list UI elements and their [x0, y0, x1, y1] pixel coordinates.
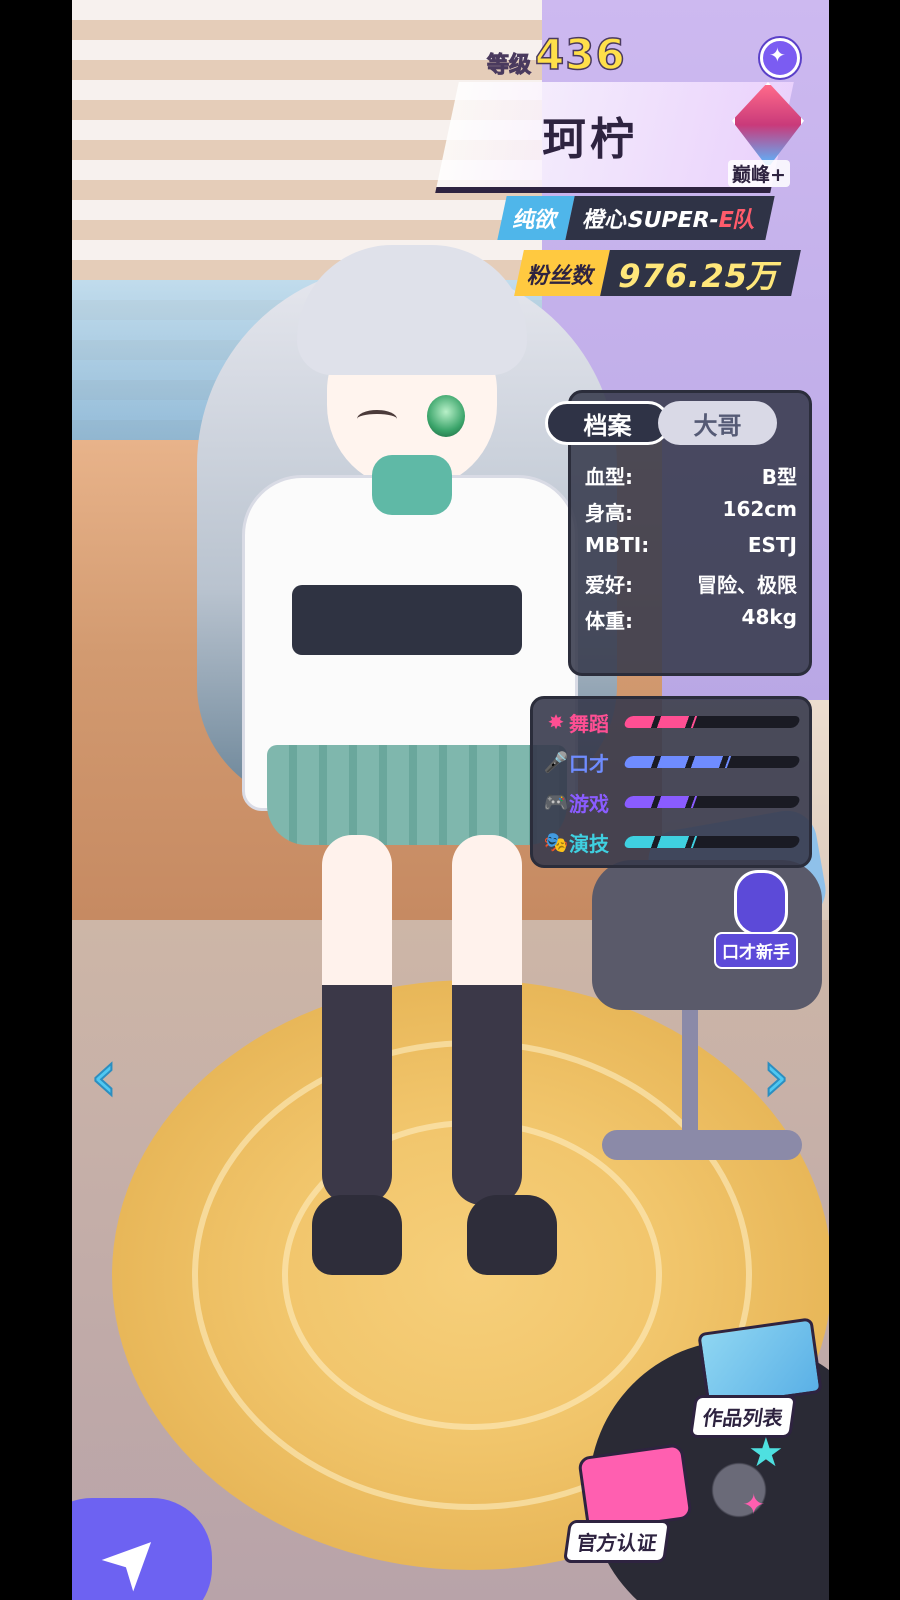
skill-name: 演技 — [569, 831, 609, 856]
star-gem-icon[interactable] — [760, 38, 800, 78]
level-display: 等级 436 — [486, 29, 626, 80]
profile-value: B型 — [761, 465, 797, 489]
skill-fill — [622, 716, 697, 728]
team-name: 橙心SUPER- E队 — [565, 196, 775, 240]
profile-row-hobby: 爱好: 冒险、极限 — [585, 569, 797, 598]
team-name-accent: E队 — [715, 208, 759, 233]
skill-name: 游戏 — [569, 791, 609, 816]
fans-row: 粉丝数 976.25万 — [514, 250, 801, 296]
skill-fill — [622, 796, 697, 808]
sparkle-icon: ✦ — [742, 1488, 766, 1521]
fans-label: 粉丝数 — [514, 250, 610, 296]
level-value: 436 — [534, 29, 626, 80]
profile-value: 162cm — [722, 497, 797, 521]
skill-name: 舞蹈 — [569, 711, 609, 736]
right-shoe — [467, 1195, 557, 1275]
skill-name: 口才 — [569, 751, 609, 776]
green-bow — [372, 455, 452, 515]
skill-row-eloquence: 🎤 口才 — [543, 745, 802, 779]
arrow-icon: ➤ — [81, 1509, 182, 1600]
skill-bar — [622, 716, 802, 728]
official-cert-label: 官方认证 — [562, 1520, 672, 1563]
left-leg — [322, 835, 392, 1205]
skill-row-gaming: 🎮 游戏 — [543, 785, 802, 819]
gamepad-icon: 🎮 — [543, 790, 569, 814]
right-leg — [452, 835, 522, 1205]
badge-label: 口才新手 — [714, 932, 798, 969]
profile-value: ESTJ — [747, 533, 797, 557]
profile-label: 身高: — [585, 501, 633, 525]
level-label: 等级 — [486, 53, 532, 79]
chair-base — [602, 1130, 802, 1160]
skill-fill — [622, 756, 732, 768]
back-button[interactable]: ➤ — [72, 1498, 212, 1600]
team-tag: 纯欲 — [497, 196, 575, 240]
profile-label: 爱好: — [585, 573, 633, 597]
rank-label: 巅峰+ — [728, 160, 790, 187]
skills-panel: ✸ 舞蹈 🎤 口才 🎮 游戏 🎭 演技 — [530, 696, 812, 868]
profile-row-mbti: MBTI: ESTJ — [585, 533, 797, 557]
profile-row-height: 身高: 162cm — [585, 497, 797, 526]
fans-value: 976.25万 — [600, 250, 801, 296]
chair-leg — [682, 1010, 698, 1140]
profile-row-weight: 体重: 48kg — [585, 605, 797, 634]
skill-fill — [622, 836, 697, 848]
rank-gem-icon — [732, 82, 804, 168]
profile-label: 体重: — [585, 609, 633, 633]
game-screen: 等级 436 珂柠 巅峰+ 纯欲 橙心SUPER- E队 粉丝数 976.25万… — [72, 0, 829, 1600]
tab-big-brother[interactable]: 大哥 — [658, 401, 777, 445]
skill-row-dance: ✸ 舞蹈 — [543, 705, 802, 739]
character-name: 珂柠 — [542, 114, 638, 165]
profile-tabs: 档案 大哥 — [545, 401, 777, 445]
pleated-skirt — [267, 745, 567, 845]
profile-value: 冒险、极限 — [697, 573, 797, 597]
green-eye — [427, 395, 465, 437]
works-list-button[interactable]: 作品列表 — [682, 1317, 823, 1438]
microphone-icon — [734, 870, 788, 936]
profile-label: 血型: — [585, 465, 633, 489]
mask-icon: 🎭 — [543, 830, 569, 854]
tab-profile[interactable]: 档案 — [545, 401, 670, 445]
dancer-icon: ✸ — [547, 710, 565, 734]
winking-eye — [357, 410, 397, 428]
left-shoe — [312, 1195, 402, 1275]
skill-bar — [622, 756, 802, 768]
profile-label: MBTI: — [585, 533, 650, 557]
skill-bar — [622, 796, 802, 808]
eloquence-badge[interactable]: 口才新手 — [714, 870, 804, 970]
skill-row-acting: 🎭 演技 — [543, 825, 802, 859]
waist-belt — [292, 585, 522, 655]
star-icon: ★ — [748, 1430, 784, 1476]
official-cert-button[interactable]: 官方认证 — [562, 1442, 702, 1563]
team-row: 纯欲 橙心SUPER- E队 — [497, 196, 775, 240]
rank-badge[interactable]: 巅峰+ — [720, 82, 810, 187]
prev-character-button[interactable]: ‹ — [89, 1034, 119, 1118]
profile-panel: 档案 大哥 血型: B型 身高: 162cm MBTI: ESTJ 爱好: 冒险… — [545, 390, 812, 676]
profile-row-blood: 血型: B型 — [585, 461, 797, 490]
profile-value: 48kg — [741, 605, 797, 629]
team-name-main: 橙心SUPER- — [580, 208, 722, 233]
character-bangs — [297, 245, 527, 375]
skill-bar — [622, 836, 802, 848]
microphone-icon: 🎤 — [543, 750, 569, 774]
next-character-button[interactable]: › — [761, 1034, 791, 1118]
